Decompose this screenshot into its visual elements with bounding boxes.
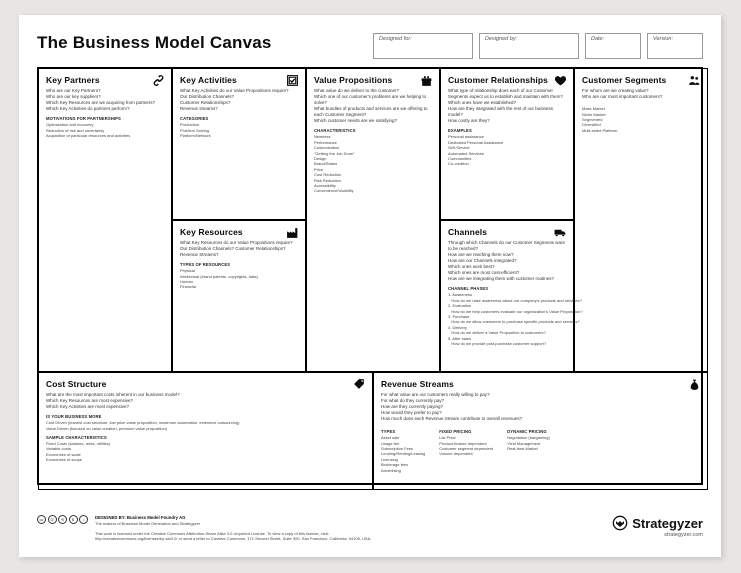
cell-key-partners: Key Partners Who are our Key Partners? W… <box>38 68 172 372</box>
cell-subheading: Dynamic pricing <box>507 429 550 434</box>
brand-url: strategyzer.com <box>664 532 703 538</box>
cell-list: Cost Driven (leanest cost structure, low… <box>46 420 365 431</box>
people-icon <box>688 74 701 87</box>
cell-questions: Through which Channels do our Customer S… <box>448 240 566 282</box>
cell-questions: What type of relationship does each of o… <box>448 88 566 124</box>
gift-icon <box>420 74 433 87</box>
cell-list: 1. Awareness How do we raise awareness a… <box>448 292 566 346</box>
cc-nc-icon: $ <box>69 515 78 524</box>
heart-icon <box>554 74 567 87</box>
license-block: cc ① ⟲ $ = DESIGNED BY: Business Model F… <box>37 515 375 541</box>
cell-list: List Price Product feature dependent Cus… <box>439 435 493 457</box>
designed-for-field[interactable]: Designed for: <box>373 33 473 59</box>
cell-cost-structure: Cost Structure What are the most importa… <box>38 372 373 490</box>
designed-by-field[interactable]: Designed by: <box>479 33 579 59</box>
version-field[interactable]: Version: <box>647 33 703 59</box>
meta-fields: Designed for: Designed by: Date: Version… <box>373 33 703 59</box>
cell-value-propositions: Value Propositions What value do we deli… <box>306 68 440 372</box>
canvas-grid: Key Partners Who are our Key Partners? W… <box>37 67 703 485</box>
cell-list: Physical Intellectual (brand patents, co… <box>180 268 298 290</box>
cell-heading: Key Resources <box>180 227 298 237</box>
cell-questions: What Key Activities do our Value Proposi… <box>180 88 298 112</box>
cell-list: Asset sale Usage fee Subscription Fees L… <box>381 435 425 473</box>
cell-revenue-streams: Revenue Streams For what value are our c… <box>373 372 708 490</box>
cell-list: Fixed Costs (salaries, rents, utilities)… <box>46 441 365 463</box>
date-field[interactable]: Date: <box>585 33 641 59</box>
link-icon <box>152 74 165 87</box>
cell-list: Personal assistance Dedicated Personal A… <box>448 134 566 166</box>
tag-icon <box>353 378 366 391</box>
cc-icon: cc <box>37 515 46 524</box>
cell-list: Negotiation (bargaining) Yield Managemen… <box>507 435 550 451</box>
cell-customer-relationships: Customer Relationships What type of rela… <box>440 68 574 220</box>
globe-fox-icon <box>612 515 628 531</box>
cell-subheading: Sample characteristics <box>46 435 365 440</box>
cell-heading: Cost Structure <box>46 379 365 389</box>
cell-list: Mass Market Niche Market Segmented Diver… <box>582 106 700 133</box>
cell-subheading: Types of resources <box>180 262 298 267</box>
cell-heading: Customer Segments <box>582 75 700 85</box>
cell-subheading: Fixed pricing <box>439 429 493 434</box>
cc-by-icon: ① <box>48 515 57 524</box>
cell-heading: Customer Relationships <box>448 75 566 85</box>
cell-list: Newness Performance Customization "Getti… <box>314 134 432 193</box>
cell-key-activities: Key Activities What Key Activities do ou… <box>172 68 306 220</box>
header: The Business Model Canvas Designed for: … <box>37 33 703 63</box>
brand-logo: Strategyzer <box>612 515 703 531</box>
cell-list: Optimization and economy Reduction of ri… <box>46 122 164 138</box>
cell-questions: What are the most important costs inhere… <box>46 392 365 410</box>
footer: cc ① ⟲ $ = DESIGNED BY: Business Model F… <box>37 515 703 547</box>
cell-subheading: Channel phases <box>448 286 566 291</box>
brand: Strategyzer strategyzer.com <box>612 515 703 538</box>
cell-questions: What Key Resources do our Value Proposit… <box>180 240 298 258</box>
cell-channels: Channels Through which Channels do our C… <box>440 220 574 372</box>
cc-icons: cc ① ⟲ $ = <box>37 515 88 524</box>
factory-icon <box>286 226 299 239</box>
truck-icon <box>554 226 567 239</box>
cell-questions: What value do we deliver to the customer… <box>314 88 432 124</box>
brand-name: Strategyzer <box>632 516 703 531</box>
checkbox-icon <box>286 74 299 87</box>
cell-subheading: Types <box>381 429 425 434</box>
canvas-sheet: The Business Model Canvas Designed for: … <box>19 15 721 557</box>
cell-subheading: Characteristics <box>314 128 432 133</box>
cell-heading: Revenue Streams <box>381 379 700 389</box>
cell-heading: Value Propositions <box>314 75 432 85</box>
cell-heading: Key Partners <box>46 75 164 85</box>
cell-key-resources: Key Resources What Key Resources do our … <box>172 220 306 372</box>
cell-questions: Who are our Key Partners? Who are our ke… <box>46 88 164 112</box>
cell-customer-segments: Customer Segments For whom are we creati… <box>574 68 708 372</box>
cell-subheading: Categories <box>180 116 298 121</box>
cell-subheading: Examples <box>448 128 566 133</box>
cell-list: Production Problem Solving Platform/Netw… <box>180 122 298 138</box>
cell-subheading: Motivations for partnerships <box>46 116 164 121</box>
cell-questions: For what value are our customers really … <box>381 392 700 422</box>
cell-heading: Channels <box>448 227 566 237</box>
cc-nd-icon: = <box>79 515 88 524</box>
cell-subheading: Is your business more <box>46 414 365 419</box>
cc-sa-icon: ⟲ <box>58 515 67 524</box>
money-bag-icon <box>688 378 701 391</box>
cell-heading: Key Activities <box>180 75 298 85</box>
license-text: DESIGNED BY: Business Model Foundry AG T… <box>95 515 375 541</box>
cell-questions: For whom are we creating value? Who are … <box>582 88 700 100</box>
